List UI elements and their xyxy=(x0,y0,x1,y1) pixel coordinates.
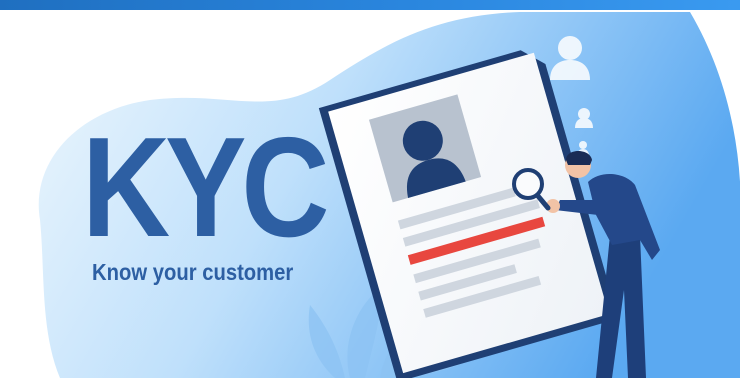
banner-title: KYC xyxy=(82,108,330,267)
kyc-banner: KYC Know your customer xyxy=(0,0,740,378)
banner-subtitle: Know your customer xyxy=(92,259,294,285)
